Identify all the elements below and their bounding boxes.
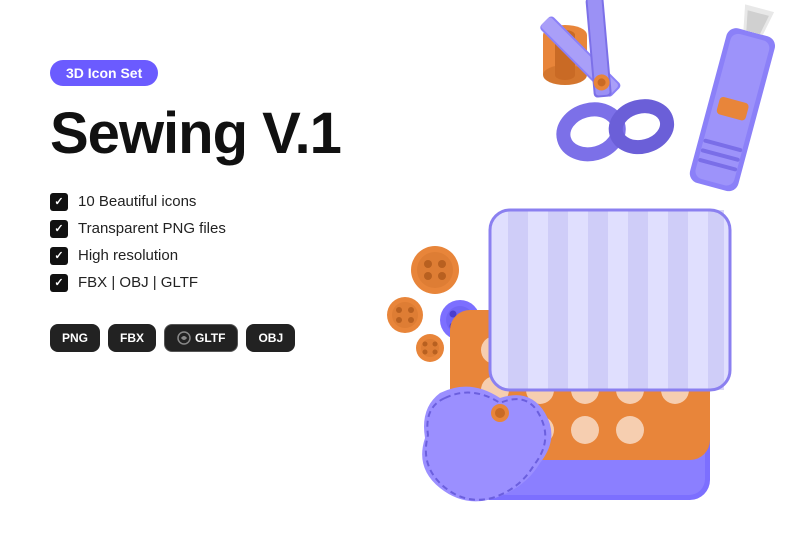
- gltf-icon: [177, 331, 191, 345]
- format-fbx: FBX: [108, 324, 156, 352]
- check-icon-3: [50, 247, 68, 265]
- format-gltf: GLTF: [164, 324, 238, 352]
- sewing-tag: [420, 383, 550, 513]
- feature-text-2: Transparent PNG files: [78, 220, 226, 237]
- feature-text-4: FBX | OBJ | GLTF: [78, 274, 198, 291]
- check-icon-1: [50, 193, 68, 211]
- scissors: [482, 0, 697, 171]
- format-obj: OBJ: [246, 324, 295, 352]
- check-icon-2: [50, 220, 68, 238]
- badge-3d-icon-set: 3D Icon Set: [50, 60, 158, 86]
- feature-text-3: High resolution: [78, 247, 178, 264]
- format-png: PNG: [50, 324, 100, 352]
- right-panel: [300, 0, 800, 533]
- feature-text-1: 10 Beautiful icons: [78, 193, 196, 210]
- check-icon-4: [50, 274, 68, 292]
- page-container: 3D Icon Set Sewing V.1 10 Beautiful icon…: [0, 0, 800, 533]
